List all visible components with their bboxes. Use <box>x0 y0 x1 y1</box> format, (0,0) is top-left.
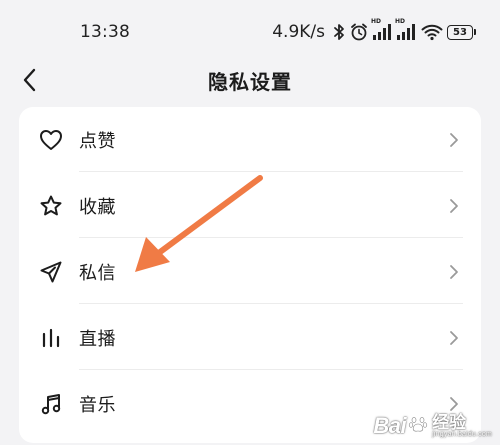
privacy-settings-list: 点赞 收藏 私信 直播 音乐 <box>19 107 481 443</box>
status-bar: 13:38 4.9K/s HD HD 53 <box>0 0 500 60</box>
chevron-right-icon <box>447 195 461 217</box>
list-item-label: 私信 <box>79 263 116 284</box>
wifi-icon <box>421 23 443 41</box>
status-time: 13:38 <box>80 22 130 42</box>
list-item-label: 音乐 <box>79 395 116 416</box>
chevron-right-icon <box>447 129 461 151</box>
watermark-brand: Bai <box>373 413 407 438</box>
list-item-likes[interactable]: 点赞 <box>19 107 481 172</box>
chevron-right-icon <box>447 327 461 349</box>
music-note-icon <box>38 391 64 417</box>
list-item-label: 直播 <box>79 329 116 350</box>
page-title: 隐私设置 <box>208 70 292 94</box>
watermark-url: jingyan.baidu.com <box>432 431 492 438</box>
star-icon <box>38 193 64 219</box>
watermark-cn: 经验 <box>432 413 467 432</box>
signal-hd-icon: HD <box>371 18 393 40</box>
list-item-live[interactable]: 直播 <box>19 305 481 370</box>
heart-icon <box>38 127 64 153</box>
chevron-right-icon <box>447 393 461 415</box>
header: 隐私设置 <box>0 60 500 102</box>
send-icon <box>38 259 64 285</box>
bluetooth-icon <box>333 23 345 41</box>
watermark-logo: Bai 经验 jingyan.baidu.com <box>373 413 492 439</box>
chevron-right-icon <box>447 261 461 283</box>
paw-icon <box>408 414 428 439</box>
status-icons: 4.9K/s HD HD 53 <box>272 18 476 44</box>
network-speed: 4.9K/s <box>272 22 325 42</box>
list-item-messages[interactable]: 私信 <box>19 239 481 304</box>
list-item-favorites[interactable]: 收藏 <box>19 173 481 238</box>
battery-icon: 53 <box>447 24 476 40</box>
alarm-icon <box>349 22 369 42</box>
battery-level: 53 <box>447 24 473 40</box>
bars-icon <box>38 325 64 351</box>
list-item-label: 点赞 <box>79 131 116 152</box>
signal-hd-icon: HD <box>395 18 417 40</box>
list-item-label: 收藏 <box>79 197 116 218</box>
